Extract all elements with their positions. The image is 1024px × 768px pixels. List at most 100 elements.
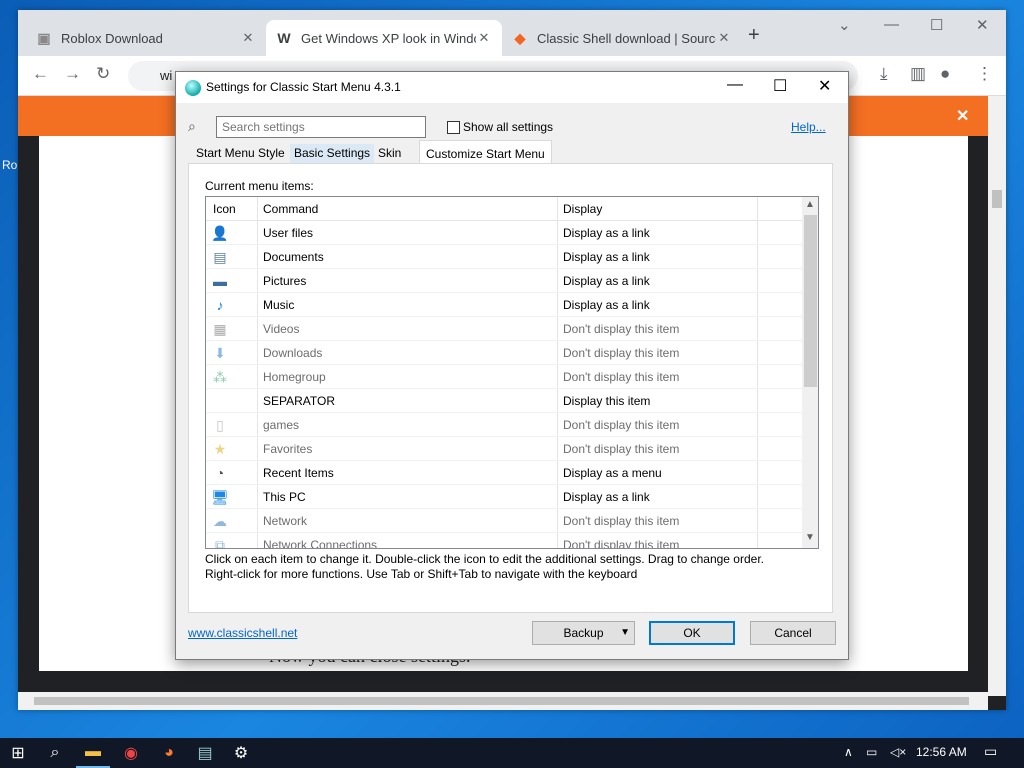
list-item[interactable]: ◔ Recent Items Display as a menu [206, 461, 802, 485]
profile-icon[interactable]: ● [940, 64, 950, 84]
list-item[interactable]: ▤ Documents Display as a link [206, 245, 802, 269]
tab-windows-xp-look[interactable]: W Get Windows XP look in Windo ✕ [266, 20, 502, 56]
item-display: Don't display this item [563, 442, 680, 456]
desktop-icon-label[interactable]: Ro [2, 158, 17, 172]
list-header: Icon Command Display [206, 197, 802, 221]
maximize-icon[interactable]: ☐ [930, 16, 943, 34]
documents-icon[interactable]: ▤ [212, 249, 228, 265]
list-item[interactable]: ☁ Network Don't display this item [206, 509, 802, 533]
close-tab-icon[interactable]: ✕ [716, 30, 732, 46]
list-item[interactable]: ♪ Music Display as a link [206, 293, 802, 317]
firefox-icon[interactable]: ◕ [152, 738, 186, 768]
item-display: Don't display this item [563, 538, 680, 549]
instructions-line: Right-click for more functions. Use Tab … [205, 567, 638, 581]
recent-items-icon[interactable]: ◔ [212, 465, 228, 481]
page-horizontal-scrollbar[interactable] [18, 692, 988, 710]
download-icon[interactable]: ⤓ [880, 64, 888, 84]
network-icon[interactable]: ☁ [212, 513, 228, 529]
close-tab-icon[interactable]: ✕ [240, 30, 256, 46]
item-command: Network Connections [263, 538, 378, 549]
scroll-thumb[interactable] [34, 697, 969, 705]
w-favicon-icon: W [277, 30, 291, 46]
games-icon[interactable]: ▯ [212, 417, 228, 433]
search-icon[interactable]: ⌕ [38, 738, 72, 768]
maximize-icon[interactable]: ☐ [773, 76, 787, 96]
list-item[interactable]: ⧉ Network Connections Don't display this i… [206, 533, 802, 549]
item-command: This PC [263, 490, 306, 504]
list-item[interactable]: ▬ Pictures Display as a link [206, 269, 802, 293]
list-item[interactable]: ▦ Videos Don't display this item [206, 317, 802, 341]
banner-close-icon[interactable]: ✕ [956, 106, 969, 126]
minimize-icon[interactable]: — [884, 16, 899, 33]
close-icon[interactable]: ✕ [818, 76, 831, 96]
forward-icon[interactable]: → [64, 64, 81, 84]
dialog-title: Settings for Classic Start Menu 4.3.1 [206, 80, 401, 94]
clock-time[interactable]: 12:56 AM [916, 745, 967, 759]
tab-start-menu-style[interactable]: Start Menu Style [192, 144, 289, 164]
reading-list-icon[interactable]: ▥ [910, 64, 926, 84]
volume-muted-icon[interactable]: ◁× [890, 745, 906, 759]
help-link[interactable]: Help... [791, 120, 826, 134]
tab-classic-shell[interactable]: ◆ Classic Shell download | Source ✕ [502, 20, 742, 56]
classic-shell-settings-dialog: Settings for Classic Start Menu 4.3.1 — … [175, 71, 849, 660]
this-pc-icon[interactable]: 🖥 [211, 489, 229, 505]
column-header-command[interactable]: Command [263, 202, 318, 216]
scroll-thumb[interactable] [992, 190, 1002, 208]
chrome-icon[interactable]: ◉ [114, 738, 148, 768]
minimize-icon[interactable]: — [727, 76, 743, 94]
show-all-settings-checkbox[interactable] [447, 121, 460, 134]
list-item[interactable]: 👤 User files Display as a link [206, 221, 802, 245]
list-scrollbar[interactable]: ▲ ▼ [802, 197, 818, 548]
dialog-titlebar[interactable]: Settings for Classic Start Menu 4.3.1 — … [176, 72, 848, 103]
tab-roblox-download[interactable]: ▣ Roblox Download ✕ [26, 20, 266, 56]
start-windows-icon[interactable]: ⊞ [0, 738, 36, 768]
search-input[interactable] [216, 116, 426, 138]
classicshell-website-link[interactable]: www.classicshell.net [188, 626, 297, 640]
tab-skin[interactable]: Skin [374, 144, 405, 164]
notepad-icon[interactable]: ▤ [188, 738, 222, 768]
menu-items-list[interactable]: Icon Command Display 👤 User files Display … [205, 196, 819, 549]
scroll-up-icon[interactable]: ▲ [805, 199, 815, 210]
tab-customize-start-menu[interactable]: Customize Start Menu [419, 140, 552, 165]
file-explorer-icon[interactable]: ▬ [76, 738, 110, 768]
cancel-button[interactable]: Cancel [750, 621, 836, 645]
back-icon[interactable]: ← [32, 64, 49, 84]
downloads-icon[interactable]: ⬇ [212, 345, 228, 361]
user-icon[interactable]: 👤 [211, 225, 228, 241]
ok-button[interactable]: OK [649, 621, 735, 645]
column-header-icon[interactable]: Icon [213, 202, 236, 216]
scroll-thumb[interactable] [804, 215, 817, 387]
page-vertical-scrollbar[interactable] [988, 96, 1006, 696]
list-item[interactable]: ⁂ Homegroup Don't display this item [206, 365, 802, 389]
dropdown-arrow-icon[interactable]: ▼ [620, 622, 630, 644]
close-tab-icon[interactable]: ✕ [476, 30, 492, 46]
homegroup-icon[interactable]: ⁂ [212, 369, 228, 385]
list-item[interactable]: ▯ games Don't display this item [206, 413, 802, 437]
list-item[interactable]: 🖥 This PC Display as a link [206, 485, 802, 509]
item-display: Display as a link [563, 274, 650, 288]
close-window-icon[interactable]: ✕ [976, 16, 989, 34]
action-center-icon[interactable]: ▭ [984, 743, 997, 760]
reload-icon[interactable]: ↻ [96, 64, 110, 84]
tab-basic-settings[interactable]: Basic Settings [290, 144, 375, 164]
pictures-icon[interactable]: ▬ [212, 273, 228, 289]
list-item[interactable]: SEPARATOR Display this item [206, 389, 802, 413]
column-header-display[interactable]: Display [563, 202, 602, 216]
item-command: Network [263, 514, 308, 528]
network-connections-icon[interactable]: ⧉ [212, 537, 228, 549]
classic-shell-icon [185, 80, 201, 96]
settings-gear-icon[interactable]: ⚙ [224, 738, 258, 768]
videos-icon[interactable]: ▦ [212, 321, 228, 337]
show-hidden-icons-icon[interactable]: ∧ [844, 745, 853, 759]
scroll-down-icon[interactable]: ▼ [805, 532, 815, 543]
backup-button[interactable]: Backup ▼ [532, 621, 635, 645]
new-tab-icon[interactable]: + [748, 24, 760, 47]
network-icon[interactable]: ▭ [866, 745, 877, 759]
menu-icon[interactable]: ⋮ [976, 64, 993, 84]
list-item[interactable]: ⬇ Downloads Don't display this item [206, 341, 802, 365]
tab-search-chevron-icon[interactable]: ⌄ [838, 16, 851, 34]
music-icon[interactable]: ♪ [212, 297, 228, 313]
list-item[interactable]: ★ Favorites Don't display this item [206, 437, 802, 461]
favorites-icon[interactable]: ★ [212, 441, 228, 457]
item-display: Display this item [563, 394, 651, 408]
